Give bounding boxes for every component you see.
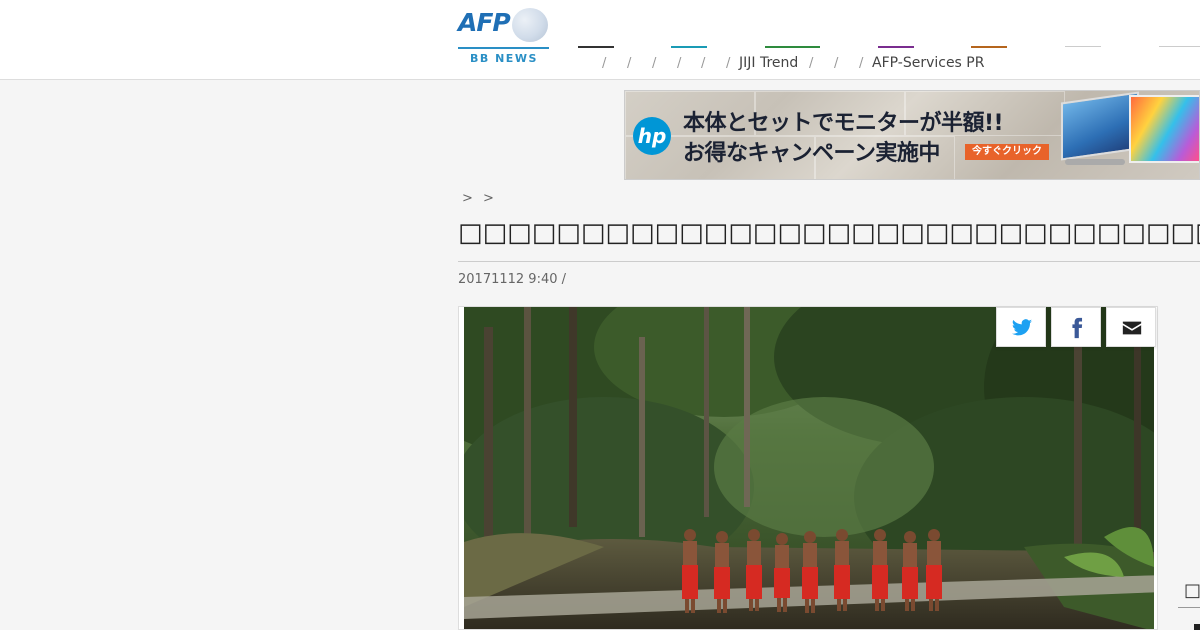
edge-marker: [1194, 624, 1200, 630]
hp-ad-banner[interactable]: hp 本体とセットでモニターが半額!! お得なキャンペーン実施中 今すぐクリック: [624, 90, 1200, 180]
share-email-button[interactable]: [1106, 307, 1156, 347]
globe-icon: [512, 8, 548, 42]
article-photo[interactable]: [458, 306, 1158, 630]
nav-separator: /: [627, 56, 632, 71]
nav-separator: /: [677, 56, 682, 71]
nav-bar-2: [671, 46, 707, 48]
nav-separator: /: [602, 56, 607, 71]
nav-item-afp-services-pr[interactable]: AFP-Services PR: [872, 55, 984, 71]
share-twitter-button[interactable]: [996, 307, 1046, 347]
article-dateline: 20171112 9:40 /: [458, 272, 567, 287]
nav-separator: /: [701, 56, 706, 71]
share-facebook-button[interactable]: [1051, 307, 1101, 347]
nav-separator: /: [726, 56, 731, 71]
nav-bar-1: [578, 46, 614, 48]
ad-cta-button[interactable]: 今すぐクリック: [965, 144, 1049, 160]
colorful-monitor-image: [1129, 95, 1199, 163]
nav-bar-4: [878, 46, 914, 48]
rainforest-river-photo: [464, 307, 1154, 629]
nav-separator: /: [834, 56, 839, 71]
nav-separator: /: [809, 56, 814, 71]
nav-separator: /: [859, 56, 864, 71]
logo-rule: [458, 47, 549, 49]
afp-bb-news-logo[interactable]: AFP BB NEWS: [458, 8, 550, 66]
ad-headline-2: お得なキャンペーン実施中: [683, 141, 940, 166]
nav-bar-7: [1159, 46, 1200, 47]
logo-afp-text: AFP: [458, 8, 511, 37]
nav-separator: /: [652, 56, 657, 71]
ad-headline-1: 本体とセットでモニターが半額!!: [683, 111, 1004, 136]
envelope-icon: [1122, 321, 1142, 335]
breadcrumb[interactable]: > >: [462, 191, 494, 206]
hp-logo-icon: hp: [633, 117, 671, 155]
monitor-image: [1061, 91, 1139, 161]
site-header: AFP BB NEWS / / / / / / JIJI Trend / / /…: [0, 0, 1200, 80]
twitter-icon: [1011, 319, 1033, 336]
edge-glyph: □: [1178, 580, 1200, 608]
article-title: □□□□□□□□□□□□□□□□□□□□□□□□□□□□□□□□□□□□□□□□…: [458, 218, 1200, 262]
logo-subtitle: BB NEWS: [470, 52, 538, 65]
monitor-stand: [1065, 159, 1125, 165]
nav-item-jiji-trend[interactable]: JIJI Trend: [739, 55, 798, 71]
nav-bar-6: [1065, 46, 1101, 47]
nav-bar-5: [971, 46, 1007, 48]
nav-bar-3: [765, 46, 820, 48]
facebook-icon: [1072, 317, 1083, 339]
